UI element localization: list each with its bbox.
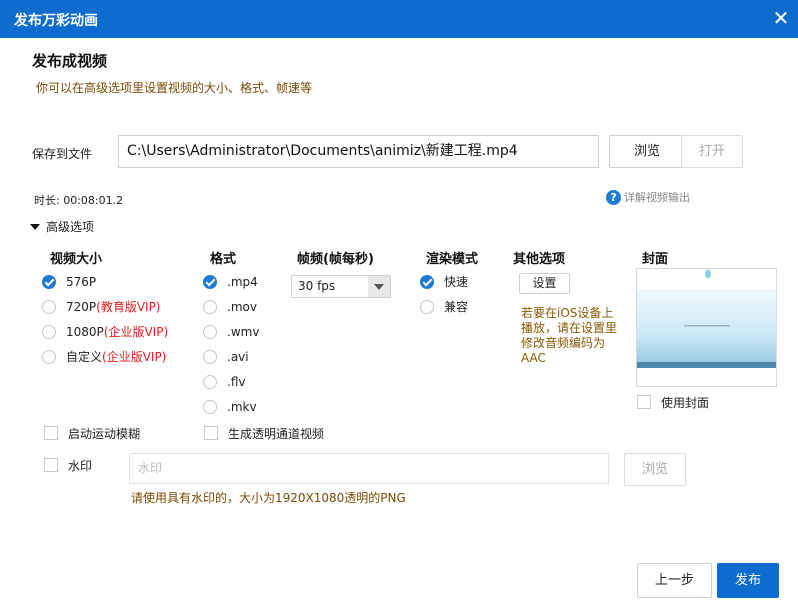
ios-note-line: 若要在iOS设备上 — [521, 306, 614, 320]
checkbox-icon[interactable] — [637, 395, 651, 409]
previous-button[interactable]: 上一步 — [637, 563, 712, 598]
radio-checked-icon[interactable] — [203, 274, 217, 289]
render-mode-options: 快速 兼容 — [420, 269, 500, 319]
page-title: 发布成视频 — [32, 52, 108, 70]
format-option-label: .wmv — [227, 324, 260, 339]
format-option-label: .mov — [227, 299, 257, 314]
radio-icon[interactable] — [42, 324, 56, 339]
render-option-label: 快速 — [444, 275, 469, 289]
alpha-video-label: 生成透明通道视频 — [228, 426, 325, 441]
save-label: 保存到文件 — [32, 147, 93, 161]
duration-label: 时长: — [34, 194, 60, 207]
radio-icon[interactable] — [420, 299, 434, 314]
render-option-compatible[interactable]: 兼容 — [420, 294, 500, 319]
dropdown-button[interactable] — [368, 276, 390, 297]
vip-badge: (教育版VIP) — [96, 300, 161, 314]
format-option-mov[interactable]: .mov — [203, 294, 283, 319]
size-option-label: 自定义 — [66, 350, 103, 364]
alpha-video-option[interactable]: 生成透明通道视频 — [204, 422, 324, 444]
size-option-label: 1080P — [66, 324, 104, 339]
radio-icon[interactable] — [203, 349, 217, 364]
title-bar: 发布万彩动画 ✕ — [0, 0, 798, 38]
motion-blur-option[interactable]: 启动运动模糊 — [44, 422, 140, 444]
ios-note-line: AAC — [521, 351, 546, 365]
watermark-input[interactable]: 水印 — [129, 453, 609, 484]
ios-note-line: 播放，请在设置里 — [521, 321, 618, 335]
radio-icon[interactable] — [42, 349, 56, 364]
use-cover-option[interactable]: 使用封面 — [637, 391, 709, 413]
framerate-header: 帧频(帧每秒) — [297, 252, 374, 267]
framerate-select[interactable]: 30 fps — [291, 275, 391, 298]
radio-icon[interactable] — [203, 299, 217, 314]
cover-thumbnail-image — [637, 269, 776, 386]
advanced-toggle[interactable]: 高级选项 — [30, 218, 94, 235]
video-size-options: 576P 720P (教育版VIP) 1080P (企业版VIP) 自定义 (企业版V… — [42, 269, 192, 369]
format-option-label: .avi — [227, 349, 249, 364]
format-option-avi[interactable]: .avi — [203, 344, 283, 369]
size-option-1080p[interactable]: 1080P (企业版VIP) — [42, 319, 192, 344]
use-cover-label: 使用封面 — [661, 395, 710, 410]
duration-value: 00:08:01.2 — [63, 194, 124, 207]
size-option-720p[interactable]: 720P (教育版VIP) — [42, 294, 192, 319]
size-option-576p[interactable]: 576P — [42, 269, 192, 294]
caret-down-icon — [30, 223, 40, 230]
window-title: 发布万彩动画 — [14, 13, 98, 29]
settings-button[interactable]: 设置 — [519, 273, 570, 294]
cover-preview[interactable] — [636, 268, 777, 387]
checkbox-icon[interactable] — [44, 426, 58, 440]
render-option-fast[interactable]: 快速 — [420, 269, 500, 294]
format-option-label: .mkv — [227, 399, 257, 414]
radio-icon[interactable] — [203, 374, 217, 389]
format-options: .mp4 .mov .wmv .avi .flv .mkv — [203, 269, 283, 419]
format-option-mkv[interactable]: .mkv — [203, 394, 283, 419]
radio-checked-icon[interactable] — [420, 274, 434, 289]
close-icon[interactable]: ✕ — [770, 6, 792, 30]
format-option-label: .flv — [227, 374, 246, 389]
framerate-value: 30 fps — [298, 279, 336, 293]
format-option-mp4[interactable]: .mp4 — [203, 269, 283, 294]
advanced-label: 高级选项 — [46, 220, 95, 234]
radio-icon[interactable] — [203, 399, 217, 414]
watermark-label: 水印 — [68, 458, 93, 473]
format-option-wmv[interactable]: .wmv — [203, 319, 283, 344]
publish-button[interactable]: 发布 — [717, 563, 779, 598]
save-path-field[interactable]: C:\Users\Administrator\Documents\animiz\… — [118, 135, 599, 168]
motion-blur-label: 启动运动模糊 — [68, 426, 141, 441]
watermark-browse-button[interactable]: 浏览 — [624, 453, 686, 486]
page-subtitle: 你可以在高级选项里设置视频的大小、格式、帧速等 — [36, 81, 313, 95]
ios-note-line: 修改音频编码为 — [521, 336, 606, 350]
chevron-down-icon — [374, 284, 384, 290]
size-option-label: 576P — [66, 274, 97, 289]
ios-note: 若要在iOS设备上 播放，请在设置里 修改音频编码为 AAC — [521, 306, 631, 366]
render-option-label: 兼容 — [444, 300, 469, 314]
video-size-header: 视频大小 — [50, 252, 103, 267]
size-option-label: 720P — [66, 299, 97, 314]
other-options-header: 其他选项 — [513, 252, 566, 267]
checkbox-icon[interactable] — [204, 426, 218, 440]
radio-icon[interactable] — [203, 324, 217, 339]
watermark-hint: 请使用具有水印的，大小为1920X1080透明的PNG — [131, 491, 406, 505]
render-mode-header: 渲染模式 — [426, 252, 479, 267]
cover-header: 封面 — [642, 252, 669, 267]
vip-badge: (企业版VIP) — [103, 325, 169, 339]
format-header: 格式 — [210, 252, 237, 267]
radio-icon[interactable] — [42, 299, 56, 314]
size-option-custom[interactable]: 自定义 (企业版VIP) — [42, 344, 192, 369]
question-icon: ? — [606, 189, 621, 205]
checkbox-icon[interactable] — [44, 458, 58, 472]
help-link-label: 详解视频输出 — [624, 191, 690, 204]
open-button[interactable]: 打开 — [681, 135, 743, 168]
browse-button[interactable]: 浏览 — [609, 135, 685, 168]
watermark-option[interactable]: 水印 — [44, 454, 92, 476]
vip-badge: (企业版VIP) — [102, 350, 167, 364]
duration: 时长: 00:08:01.2 — [34, 192, 123, 208]
help-link[interactable]: ? 详解视频输出 — [606, 189, 690, 205]
radio-checked-icon[interactable] — [42, 274, 56, 289]
format-option-flv[interactable]: .flv — [203, 369, 283, 394]
format-option-label: .mp4 — [227, 274, 258, 289]
